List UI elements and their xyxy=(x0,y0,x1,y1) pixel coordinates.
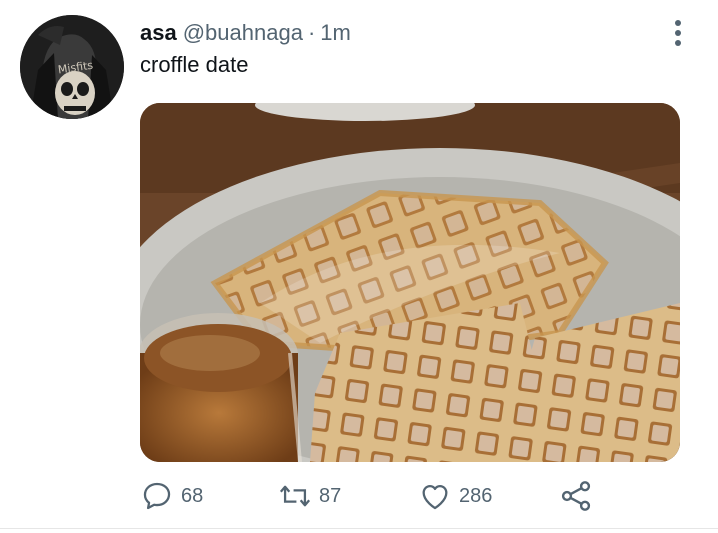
like-count: 286 xyxy=(459,484,493,507)
author-name[interactable]: asa xyxy=(140,20,177,46)
tweet-header: asa @buahnaga · 1m xyxy=(140,19,351,47)
timestamp[interactable]: 1m xyxy=(320,20,351,46)
tweet-text: croffle date xyxy=(140,52,249,77)
tweet-actions: 68 87 286 xyxy=(140,476,610,516)
author-handle[interactable]: @buahnaga xyxy=(183,20,303,46)
reply-count: 68 xyxy=(181,484,204,507)
divider xyxy=(0,528,718,529)
avatar[interactable]: Misfits xyxy=(20,15,124,119)
avatar-image: Misfits xyxy=(20,15,124,119)
like-button[interactable]: 286 xyxy=(418,476,492,516)
retweet-arrows-icon xyxy=(279,485,311,507)
share-nodes-icon xyxy=(561,481,591,511)
speech-bubble-icon xyxy=(143,482,171,510)
retweet-count: 87 xyxy=(319,484,342,507)
vertical-ellipsis-icon xyxy=(675,20,681,46)
croffle-photo xyxy=(140,103,680,462)
heart-outline-icon xyxy=(422,484,448,510)
tweet-media[interactable] xyxy=(140,103,680,462)
share-button[interactable] xyxy=(558,476,594,516)
retweet-button[interactable]: 87 xyxy=(278,476,341,516)
more-options-button[interactable] xyxy=(664,18,692,48)
separator-dot: · xyxy=(307,20,316,45)
reply-button[interactable]: 68 xyxy=(140,476,203,516)
